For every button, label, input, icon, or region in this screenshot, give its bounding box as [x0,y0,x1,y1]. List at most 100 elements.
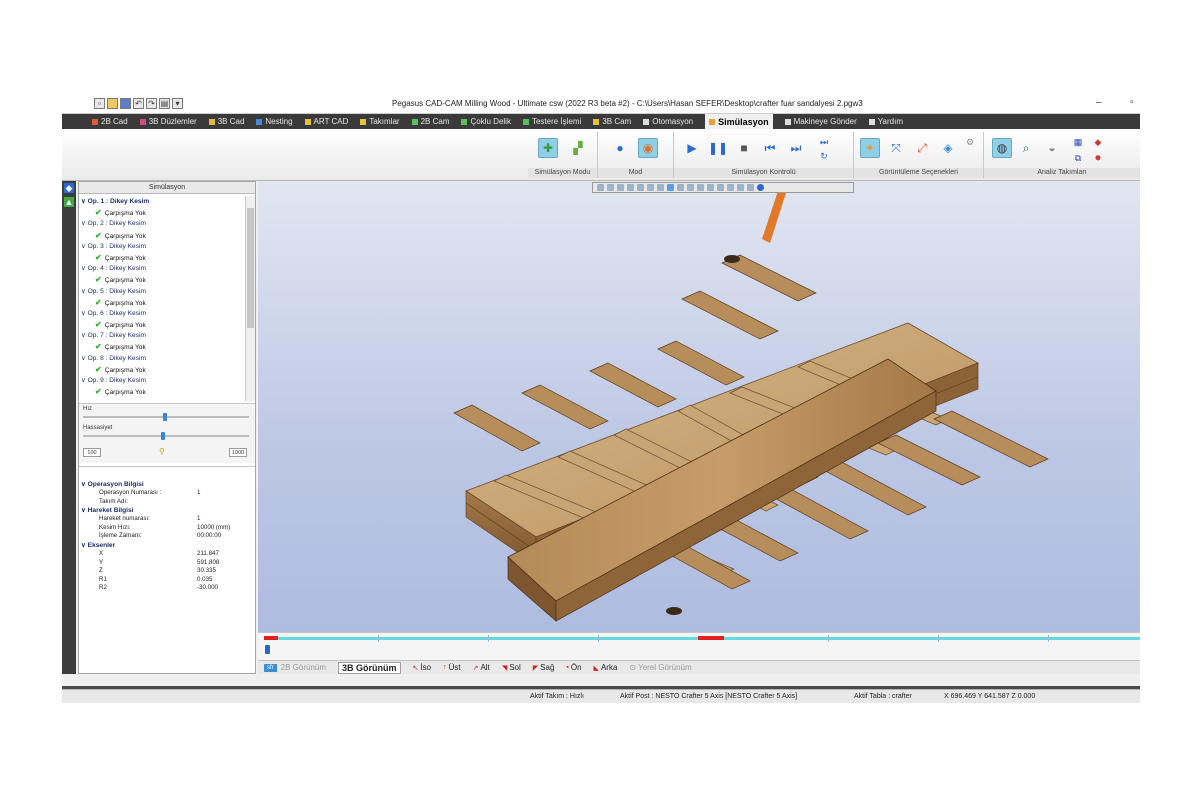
view-top-icon[interactable] [667,184,674,191]
expand-chevron-icon[interactable]: ∨ [81,220,88,227]
dropdown-icon[interactable]: ▾ [172,98,183,109]
simulation-panel-icon[interactable]: ◆ [64,183,74,193]
expand-chevron-icon[interactable]: ∨ [81,288,88,295]
3d-viewport[interactable] [258,181,1140,632]
tree-scrollbar[interactable] [245,196,255,401]
view-right-button[interactable]: ◤ Sağ [533,663,555,672]
rotate-icon[interactable] [647,184,654,191]
operation-item[interactable]: ∨ Op. 2 : Dikey Kesim [79,218,243,229]
menu-item-8[interactable]: Testere İşlemi [522,117,581,126]
layers-icon[interactable]: ▲ [64,197,74,207]
expand-chevron-icon[interactable]: ∨ [81,481,88,488]
view-left-button[interactable]: ◥ Sol [502,663,521,672]
expand-chevron-icon[interactable]: ∨ [81,243,88,250]
speed-slider-knob[interactable] [163,413,167,421]
save-icon[interactable] [120,98,131,109]
precision-slider[interactable] [83,435,249,437]
menu-item-0[interactable]: 2B Cad [92,117,128,126]
print-icon[interactable]: ▤ [159,98,170,109]
menu-item-5[interactable]: Takımlar [360,117,400,126]
display-extra-icon[interactable]: ⚙ [960,132,980,152]
operation-item[interactable]: ∨ Op. 6 : Dikey Kesim [79,308,243,319]
precision-slider-knob[interactable] [161,432,165,440]
step-forward-icon[interactable]: ⏭ [786,138,806,158]
expand-chevron-icon[interactable]: ∨ [81,332,88,339]
menu-item-7[interactable]: Çoklu Delik [461,117,511,126]
menu-item-10[interactable]: Otomasyon [643,117,693,126]
expand-chevron-icon[interactable]: ∨ [81,377,88,384]
menu-item-13[interactable]: Yardım [868,117,903,126]
analysis-sphere-icon[interactable]: ◍ [992,138,1012,158]
menu-item-3[interactable]: Nesting [256,117,293,126]
view-iso-button[interactable]: ↖ İso [413,663,432,672]
tab-3d-view[interactable]: 3B Görünüm [338,661,401,674]
measure-icon[interactable] [727,184,734,191]
operation-item[interactable]: ∨ Op. 3 : Dikey Kesim [79,241,243,252]
operation-item[interactable]: ∨ Op. 7 : Dikey Kesim [79,330,243,341]
light-icon[interactable] [737,184,744,191]
scrollbar-thumb[interactable] [247,208,254,328]
expand-chevron-icon[interactable]: ∨ [81,355,88,362]
section-icon[interactable] [717,184,724,191]
analysis-search-icon[interactable]: ⌕ [1016,138,1036,158]
operation-item[interactable]: ∨ Op. 9 : Dikey Kesim [79,375,243,386]
operation-item[interactable]: ∨ Op. 8 : Dikey Kesim [79,353,243,364]
menu-item-4[interactable]: ART CAD [304,117,348,126]
view-iso-icon[interactable] [657,184,664,191]
menu-item-11[interactable]: Simülasyon [705,114,773,129]
expand-chevron-icon[interactable]: ∨ [81,507,88,514]
stop-icon[interactable]: ■ [734,138,754,158]
shade-icon[interactable] [697,184,704,191]
view-top-button[interactable]: ↑ Üst [443,663,461,672]
view-local-button[interactable]: ⊙ Yerel Görünüm [629,663,691,672]
analysis-cut-icon[interactable]: ⧉ [1068,148,1088,168]
menu-item-6[interactable]: 2B Cam [411,117,449,126]
analysis-collision-icon[interactable]: ✸ [1088,148,1108,168]
maximize-icon[interactable]: ▫ [1130,97,1134,108]
info-section-header[interactable]: ∨ Eksenler [79,541,255,550]
mode-clock-icon[interactable]: ◉ [638,138,658,158]
expand-chevron-icon[interactable]: ∨ [81,542,88,549]
min-value-box[interactable]: 100 [83,448,101,457]
loop-icon[interactable]: ↻ [814,146,834,166]
open-folder-icon[interactable] [107,98,118,109]
help-icon[interactable] [757,184,764,191]
zoom-fit-icon[interactable] [627,184,634,191]
zoom-window-icon[interactable] [617,184,624,191]
info-section-header[interactable]: ∨ Operasyon Bilgisi [79,480,255,489]
simulation-timeline[interactable] [258,632,1140,660]
sfr-badge[interactable]: sfr [264,663,277,672]
display-tool-icon[interactable]: ✦ [860,138,880,158]
view-front-button[interactable]: ▪ Ön [566,663,581,672]
operation-item[interactable]: ∨ Op. 4 : Dikey Kesim [79,263,243,274]
material-sim-icon[interactable]: ▞ [568,138,588,158]
expand-chevron-icon[interactable]: ∨ [81,198,88,205]
mode-sphere-icon[interactable]: ● [610,138,630,158]
pan-icon[interactable] [637,184,644,191]
display-part-icon[interactable]: ◈ [938,138,958,158]
timeline-playhead[interactable] [265,645,270,654]
view-back-button[interactable]: ◣ Arka [594,663,618,672]
menu-item-9[interactable]: 3B Cam [593,117,631,126]
zoom-out-icon[interactable] [607,184,614,191]
display-axes-icon[interactable]: ⤧ [886,138,906,158]
menu-item-2[interactable]: 3B Cad [208,117,244,126]
tab-2d-view[interactable]: 2B Görünüm [281,663,326,672]
view-front-icon[interactable] [677,184,684,191]
machine-sim-icon[interactable]: ✚ [538,138,558,158]
menu-item-12[interactable]: Makineye Gönder [784,117,857,126]
operation-item[interactable]: ∨ Op. 1 : Dikey Kesim [79,196,243,207]
undo-icon[interactable]: ↶ [133,98,144,109]
analysis-measure-icon[interactable]: ◒ [1042,138,1062,158]
zoom-in-icon[interactable] [597,184,604,191]
display-path-icon[interactable]: ⤢ [912,138,932,158]
view-bottom-button[interactable]: ↗ Alt [473,663,490,672]
new-file-icon[interactable]: ▫ [94,98,105,109]
max-value-box[interactable]: 1000 [229,448,247,457]
step-back-icon[interactable]: ⏮ [760,138,780,158]
redo-icon[interactable]: ↷ [146,98,157,109]
expand-chevron-icon[interactable]: ∨ [81,310,88,317]
minimize-icon[interactable]: – [1096,97,1102,108]
snapshot-icon[interactable] [747,184,754,191]
operation-item[interactable]: ∨ Op. 5 : Dikey Kesim [79,286,243,297]
